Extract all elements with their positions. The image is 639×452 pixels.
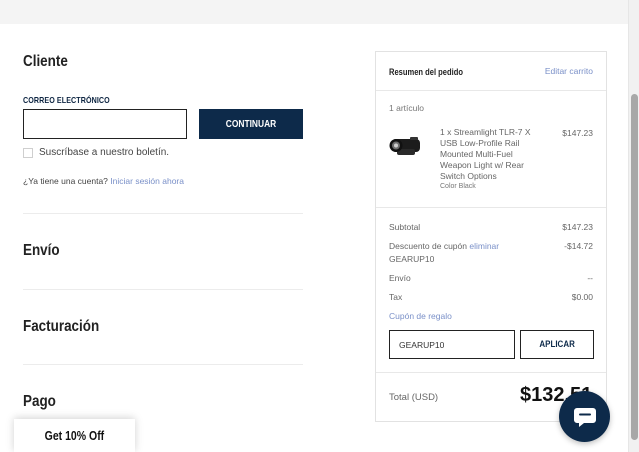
account-prompt: ¿Ya tiene una cuenta? Iniciar sesión aho… [23,176,184,186]
discount-label: Descuento de cupón eliminar [389,241,499,251]
newsletter-label: Suscríbase a nuestro boletín. [39,147,170,158]
chat-bubble-icon [573,407,596,427]
summary-divider [376,372,606,373]
scrollbar[interactable] [628,0,639,452]
account-prompt-text: ¿Ya tiene una cuenta? [23,176,108,186]
tax-label: Tax [389,292,403,302]
sign-in-link[interactable]: Iniciar sesión ahora [110,176,184,186]
newsletter-checkbox[interactable] [23,148,33,158]
product-variant: Color Black [440,183,476,190]
edit-cart-link[interactable]: Editar carrito [545,66,593,76]
product-thumbnail [389,137,420,155]
discount-label-text: Descuento de cupón [389,241,467,251]
billing-section-title[interactable]: Facturación [23,318,114,336]
tax-value: $0.00 [571,292,593,302]
coupon-input[interactable]: GEARUP10 [389,330,515,359]
product-name: 1 x Streamlight TLR-7 X USB Low-Profile … [440,127,531,181]
apply-coupon-button[interactable]: APLICAR [520,330,594,359]
product-price: $147.23 [562,128,593,138]
customer-section-title: Cliente [23,53,68,70]
divider [23,364,303,365]
divider [23,213,303,214]
gift-coupon-link[interactable]: Cupón de regalo [389,311,452,321]
chat-button[interactable] [559,391,610,442]
discount-code: GEARUP10 [389,254,435,264]
total-label: Total (USD) [389,392,439,403]
promo-tab[interactable]: Get 10% Off [14,419,135,452]
shipping-section-title[interactable]: Envío [23,242,67,260]
divider [23,289,303,290]
order-summary-title: Resumen del pedido [389,67,463,77]
shipping-value: -- [587,273,593,283]
order-summary: Resumen del pedido Editar carrito 1 artí… [375,51,607,422]
subtotal-value: $147.23 [562,222,593,232]
discount-value: -$14.72 [564,241,593,251]
continue-button[interactable]: CONTINUAR [199,109,303,139]
payment-section-title[interactable]: Pago [23,393,62,411]
email-input[interactable] [23,109,187,139]
remove-coupon-link[interactable]: eliminar [469,241,499,251]
shipping-label: Envío [389,273,411,283]
email-label: CORREO ELECTRÓNICO [23,95,110,105]
items-count: 1 artículo [389,103,424,113]
scrollbar-thumb[interactable] [631,94,638,440]
subtotal-label: Subtotal [389,222,421,232]
top-bar [0,0,628,24]
summary-divider [376,90,606,91]
summary-divider [376,207,606,208]
